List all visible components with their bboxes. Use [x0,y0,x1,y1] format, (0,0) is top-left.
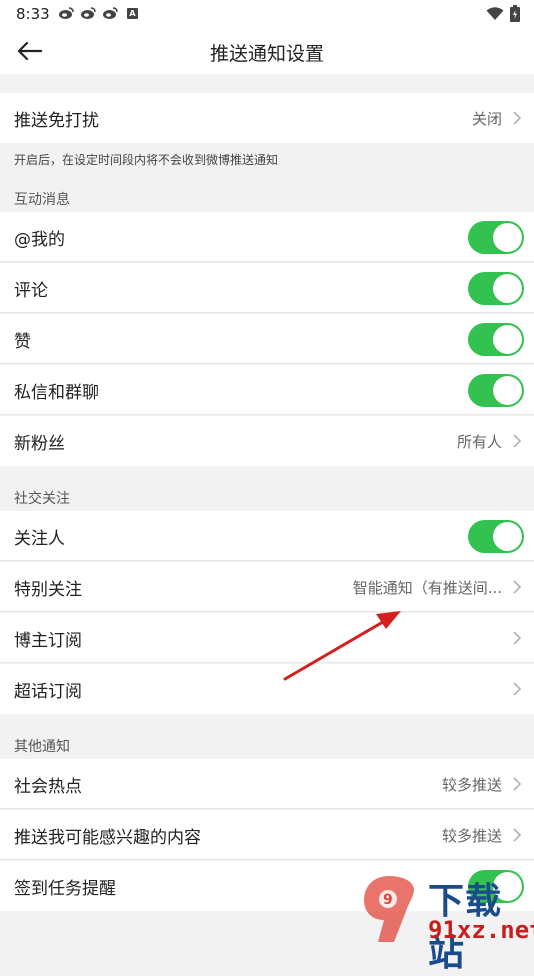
toggle-knob [493,274,522,303]
toggle-knob [493,522,522,551]
chevron-right-icon [513,631,522,645]
setting-label: 社会热点 [14,777,82,797]
setting-label: 新粉丝 [14,434,65,454]
section-header-social: 社交关注 [14,491,70,507]
setting-row-new-fans[interactable]: 新粉丝 所有人 [0,416,534,466]
setting-label: 评论 [14,281,48,301]
wifi-icon [486,6,504,20]
status-bar: 8:33 A [0,0,534,28]
weibo-notification-icon [103,7,118,19]
setting-row-blogger-subscriptions[interactable]: 博主订阅 [0,613,534,663]
setting-label: 推送我可能感兴趣的内容 [14,828,201,848]
row-divider [0,662,534,663]
setting-label: 博主订阅 [14,631,82,651]
row-divider [0,312,534,313]
toggle-knob [493,223,522,252]
chevron-right-icon [513,580,522,594]
page-title: 推送通知设置 [209,43,324,65]
toggle-knob [493,376,522,405]
setting-row-likes: 赞 [0,314,534,364]
status-time: 8:33 [16,5,50,23]
setting-value: 智能通知（有推送间... [352,579,502,597]
setting-label: 签到任务提醒 [14,879,116,899]
row-divider [0,560,534,561]
setting-label: 关注人 [14,529,65,549]
dnd-value: 关闭 [471,110,502,128]
weibo-notification-icon [81,7,96,19]
chevron-right-icon [513,434,522,448]
chevron-right-icon [513,777,522,791]
setting-row-mentions: @我的 [0,212,534,262]
row-divider [0,261,534,262]
watermark-logo: 9 [364,876,414,942]
chevron-right-icon [513,828,522,842]
setting-label: 特别关注 [14,580,82,600]
dnd-row[interactable]: 推送免打扰 关闭 [0,93,534,143]
mentions-toggle[interactable] [468,221,524,254]
dnd-label: 推送免打扰 [14,111,99,131]
watermark-bottom-text: 91xz.net [428,916,534,944]
setting-value: 较多推送 [441,827,502,845]
setting-row-hot-topics[interactable]: 社会热点 较多推送 [0,759,534,809]
row-divider [0,611,534,612]
battery-icon [510,5,520,22]
setting-value: 所有人 [456,433,502,451]
row-divider [0,859,534,860]
setting-row-interest-content[interactable]: 推送我可能感兴趣的内容 较多推送 [0,810,534,860]
messages-toggle[interactable] [468,374,524,407]
weibo-notification-icon [59,7,74,19]
status-notification-icons: A [58,6,138,20]
row-divider [0,363,534,364]
setting-label: 私信和群聊 [14,383,99,403]
section-header-interaction: 互动消息 [14,192,70,208]
likes-toggle[interactable] [468,323,524,356]
comments-toggle[interactable] [468,272,524,305]
watermark-logo-text: 9 [383,892,393,908]
setting-label: 赞 [14,332,31,352]
setting-row-following: 关注人 [0,511,534,561]
setting-row-comments: 评论 [0,263,534,313]
row-divider [0,808,534,809]
chevron-right-icon [513,111,522,125]
nav-bar: 推送通知设置 [0,28,534,74]
setting-row-special-follow[interactable]: 特别关注 智能通知（有推送间... [0,562,534,612]
setting-row-messages: 私信和群聊 [0,365,534,415]
status-system-icons [486,5,520,22]
row-divider [0,414,534,415]
accessibility-a-icon: A [127,7,138,19]
dnd-note: 开启后，在设定时间段内将不会收到微博推送通知 [14,153,279,167]
chevron-right-icon [513,682,522,696]
setting-label: @我的 [14,230,65,250]
section-header-other: 其他通知 [14,739,70,755]
toggle-knob [493,325,522,354]
setting-label: 超话订阅 [14,682,82,702]
site-watermark: 9 下载站 91xz.net [358,872,534,974]
setting-row-supertopic-subscriptions[interactable]: 超话订阅 [0,664,534,714]
setting-value: 较多推送 [441,776,502,794]
following-toggle[interactable] [468,520,524,553]
